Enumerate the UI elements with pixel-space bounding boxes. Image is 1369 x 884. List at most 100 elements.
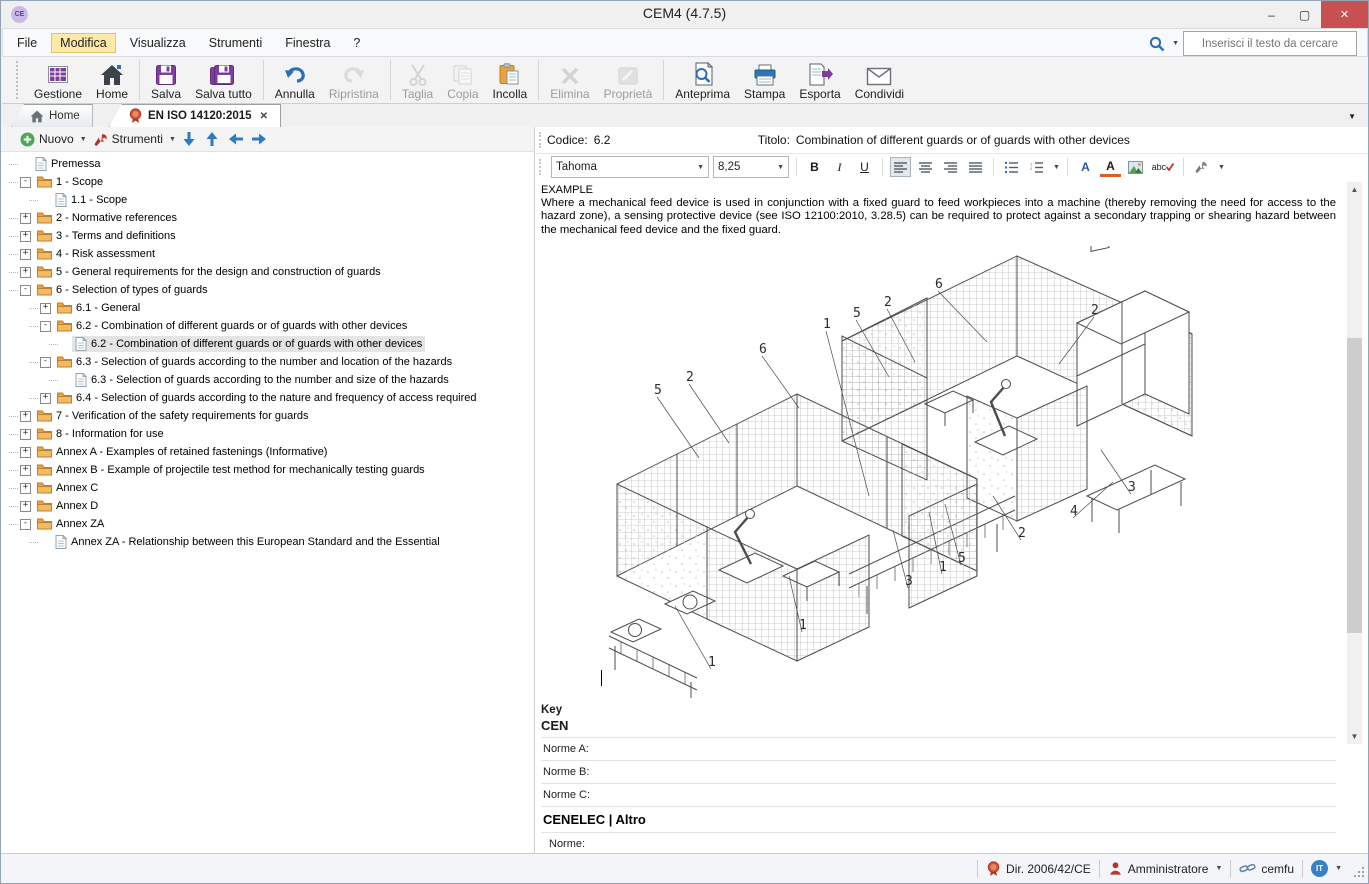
tree-row[interactable]: -Annex ZA (1, 515, 534, 533)
italic-button[interactable]: I (829, 157, 850, 177)
tree-row[interactable]: Premessa (1, 155, 534, 173)
tree-item[interactable]: Premessa (32, 156, 104, 172)
salva-tutto-button[interactable]: Salva tutto (188, 57, 259, 103)
language-selector[interactable]: IT ▼ (1303, 860, 1350, 877)
tree-expander-plus[interactable]: + (20, 267, 31, 278)
scroll-up-icon[interactable]: ▲ (1347, 182, 1362, 197)
tree-row[interactable]: +Annex D (1, 497, 534, 515)
bold-button[interactable]: B (804, 157, 825, 177)
insert-image-button[interactable] (1125, 157, 1146, 177)
nuovo-button[interactable]: Nuovo ▼ (20, 132, 87, 147)
tree-row[interactable]: +Annex A - Examples of retained fastenin… (1, 443, 534, 461)
tree-item[interactable]: 7 - Verification of the safety requireme… (34, 409, 312, 423)
menu-item-?[interactable]: ? (344, 33, 369, 53)
tree-item[interactable]: 2 - Normative references (34, 211, 180, 225)
tree-expander-minus[interactable]: - (20, 285, 31, 296)
align-center-button[interactable] (915, 157, 936, 177)
tree-item[interactable]: 6.2 - Combination of different guards or… (54, 319, 410, 333)
scrollbar-thumb[interactable] (1347, 338, 1362, 633)
tree-item[interactable]: Annex C (34, 481, 101, 495)
numbered-list-button[interactable]: 12 (1026, 157, 1047, 177)
tree-row[interactable]: +6.4 - Selection of guards according to … (1, 389, 534, 407)
tree-item[interactable]: 4 - Risk assessment (34, 247, 158, 261)
tree-row[interactable]: +Annex C (1, 479, 534, 497)
highlight-color-button[interactable]: A (1100, 158, 1121, 177)
tree-item[interactable]: Annex ZA - Relationship between this Eur… (52, 534, 443, 550)
tree-expander-minus[interactable]: - (40, 321, 51, 332)
tree-item[interactable]: 1 - Scope (34, 175, 106, 189)
stampa-button[interactable]: Stampa (737, 57, 792, 103)
editor-tools-button[interactable] (1191, 157, 1212, 177)
tree-item[interactable]: 6.3 - Selection of guards according to t… (54, 355, 455, 369)
user-menu-caret[interactable]: ▼ (1215, 865, 1222, 872)
tree-expander-plus[interactable]: + (20, 465, 31, 476)
condividi-button[interactable]: Condividi (848, 57, 911, 103)
user-menu[interactable]: Amministratore ▼ (1100, 861, 1231, 876)
move-up-arrow[interactable] (205, 131, 222, 147)
tree-item[interactable]: 6.2 - Combination of different guards or… (72, 336, 425, 352)
move-down-arrow[interactable] (182, 131, 199, 147)
tree-expander-plus[interactable]: + (20, 249, 31, 260)
tree-row[interactable]: 1.1 - Scope (1, 191, 534, 209)
tree-item[interactable]: Annex ZA (34, 517, 107, 531)
tree-item[interactable]: 5 - General requirements for the design … (34, 265, 384, 279)
tree-row[interactable]: +8 - Information for use (1, 425, 534, 443)
spell-check-button[interactable]: abc (1150, 157, 1176, 177)
codice-field[interactable]: 6.2 (594, 133, 686, 147)
tree-expander-minus[interactable]: - (40, 357, 51, 368)
menu-item-strumenti[interactable]: Strumenti (200, 33, 272, 53)
tree-expander-plus[interactable]: + (20, 429, 31, 440)
menu-item-finestra[interactable]: Finestra (276, 33, 339, 53)
tree-item[interactable]: 1.1 - Scope (52, 192, 130, 208)
font-size-select[interactable]: 8,25▼ (713, 156, 789, 178)
strumenti-caret[interactable]: ▼ (169, 136, 176, 143)
tab-close-icon[interactable]: ✕ (260, 111, 268, 122)
tree-row[interactable]: 6.3 - Selection of guards according to t… (1, 371, 534, 389)
resize-grip[interactable] (1352, 865, 1366, 879)
tree-item[interactable]: 6 - Selection of types of guards (34, 283, 211, 297)
tree-item[interactable]: Annex B - Example of projectile test met… (34, 463, 428, 477)
search-icon[interactable] (1148, 35, 1166, 53)
list-options-caret[interactable]: ▼ (1053, 164, 1060, 171)
font-color-button[interactable]: A (1075, 157, 1096, 177)
tree-row[interactable]: 6.2 - Combination of different guards or… (1, 335, 534, 353)
align-left-button[interactable] (890, 157, 911, 177)
tree-row[interactable]: -6 - Selection of types of guards (1, 281, 534, 299)
bullet-list-button[interactable] (1001, 157, 1022, 177)
tree-item[interactable]: 6.3 - Selection of guards according to t… (72, 372, 452, 388)
tree-row[interactable]: +4 - Risk assessment (1, 245, 534, 263)
menu-item-visualizza[interactable]: Visualizza (121, 33, 195, 53)
menu-item-modifica[interactable]: Modifica (51, 33, 116, 53)
scroll-down-icon[interactable]: ▼ (1347, 729, 1362, 744)
anteprima-button[interactable]: Anteprima (668, 57, 737, 103)
move-left-arrow[interactable] (228, 132, 245, 146)
nuovo-caret[interactable]: ▼ (80, 136, 87, 143)
annulla-button[interactable]: Annulla (268, 57, 322, 103)
tree-row[interactable]: +5 - General requirements for the design… (1, 263, 534, 281)
tree-row[interactable]: Annex ZA - Relationship between this Eur… (1, 533, 534, 551)
tab-list-caret[interactable]: ▼ (1348, 112, 1356, 121)
tree-expander-minus[interactable]: - (20, 519, 31, 530)
tree-expander-plus[interactable]: + (20, 447, 31, 458)
link-indicator[interactable]: cemfu (1231, 862, 1302, 876)
editor-tools-caret[interactable]: ▼ (1218, 164, 1225, 171)
tree-expander-plus[interactable]: + (40, 393, 51, 404)
rich-text-editor[interactable]: EXAMPLE Where a mechanical feed device i… (535, 180, 1369, 856)
language-caret[interactable]: ▼ (1335, 865, 1342, 872)
tree-row[interactable]: -6.3 - Selection of guards according to … (1, 353, 534, 371)
editor-scrollbar[interactable]: ▲ ▼ (1347, 182, 1362, 744)
font-family-select[interactable]: Tahoma▼ (551, 156, 709, 178)
tree-row[interactable]: +Annex B - Example of projectile test me… (1, 461, 534, 479)
tree-row[interactable]: +6.1 - General (1, 299, 534, 317)
align-justify-button[interactable] (965, 157, 986, 177)
gestione-button[interactable]: Gestione (27, 57, 89, 103)
titolo-field[interactable]: Combination of different guards or of gu… (796, 133, 1369, 147)
tree-expander-plus[interactable]: + (40, 303, 51, 314)
tree-expander-minus[interactable]: - (20, 177, 31, 188)
minimize-button[interactable]: – (1255, 1, 1288, 28)
tree-row[interactable]: -1 - Scope (1, 173, 534, 191)
move-right-arrow[interactable] (251, 132, 268, 146)
search-options-caret[interactable]: ▼ (1172, 40, 1179, 47)
tree-item[interactable]: 6.1 - General (54, 301, 143, 315)
tree-item[interactable]: Annex A - Examples of retained fastening… (34, 445, 330, 459)
